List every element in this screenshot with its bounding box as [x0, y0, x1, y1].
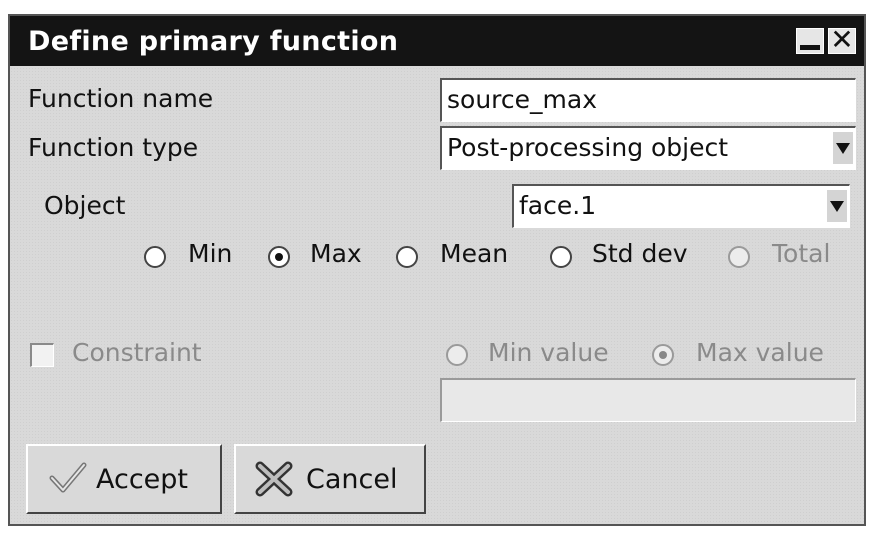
function-type-label: Function type — [28, 133, 199, 162]
accept-button[interactable]: Accept — [26, 444, 222, 514]
min-value-radio[interactable] — [446, 344, 468, 366]
close-button[interactable]: ✕ — [828, 23, 856, 56]
accept-button-label: Accept — [96, 464, 189, 495]
chevron-down-icon[interactable] — [832, 132, 853, 164]
define-primary-function-dialog: Define primary function ✕ Function name … — [8, 14, 866, 526]
radio-selected-dot — [275, 253, 283, 261]
mean-radio-label: Mean — [440, 239, 509, 268]
minimize-icon — [800, 45, 820, 50]
function-name-input[interactable]: source_max — [440, 78, 856, 122]
constraint-label: Constraint — [72, 338, 202, 367]
minimize-button[interactable] — [796, 28, 824, 54]
object-select[interactable]: face.1 — [512, 184, 850, 228]
cancel-button[interactable]: Cancel — [234, 444, 426, 514]
object-value: face.1 — [519, 191, 597, 220]
constraint-value-input[interactable] — [440, 378, 856, 422]
min-radio-label: Min — [188, 239, 233, 268]
std-dev-radio-label: Std dev — [592, 239, 688, 268]
close-icon: ✕ — [830, 23, 854, 56]
window-title: Define primary function — [28, 26, 399, 57]
radio-selected-dot — [659, 351, 667, 359]
max-value-radio[interactable] — [652, 344, 674, 366]
function-name-label: Function name — [28, 84, 214, 113]
function-type-select[interactable]: Post-processing object — [440, 126, 856, 170]
max-radio-label: Max — [310, 239, 362, 268]
checkmark-icon — [49, 462, 87, 493]
function-type-value: Post-processing object — [447, 133, 729, 162]
total-radio-label: Total — [772, 239, 831, 268]
chevron-down-icon[interactable] — [826, 190, 847, 222]
max-radio[interactable] — [268, 246, 290, 268]
constraint-checkbox[interactable] — [30, 343, 54, 367]
mean-radio[interactable] — [396, 246, 418, 268]
total-radio[interactable] — [728, 246, 750, 268]
title-bar[interactable]: Define primary function ✕ — [10, 16, 864, 66]
min-value-label: Min value — [488, 338, 609, 367]
cross-icon — [255, 461, 293, 497]
std-dev-radio[interactable] — [550, 246, 572, 268]
object-label: Object — [44, 191, 126, 220]
cancel-button-label: Cancel — [306, 464, 398, 495]
min-radio[interactable] — [144, 246, 166, 268]
max-value-label: Max value — [696, 338, 824, 367]
